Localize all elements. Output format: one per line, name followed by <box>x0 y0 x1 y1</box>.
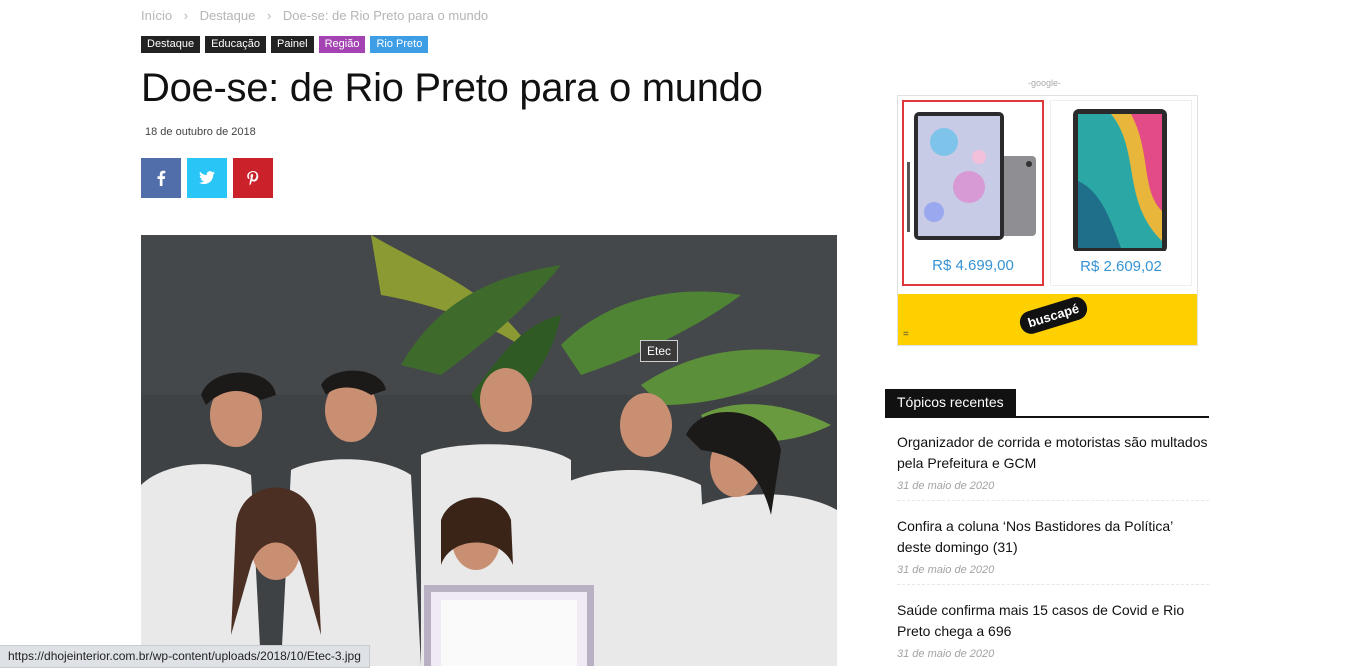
recent-post-date: 31 de maio de 2020 <box>897 480 995 492</box>
twitter-icon <box>199 171 215 185</box>
recent-post: Organizador de corrida e motoristas são … <box>897 432 1209 501</box>
twitter-share-button[interactable] <box>187 158 227 198</box>
featured-photo[interactable] <box>141 235 837 666</box>
breadcrumb-current: Doe-se: de Rio Preto para o mundo <box>282 8 489 23</box>
buscape-logo: buscapé <box>1017 294 1090 337</box>
ad-product-1[interactable]: R$ 4.699,00 <box>902 100 1044 286</box>
breadcrumb-home[interactable]: Início <box>141 8 172 23</box>
breadcrumb: Início › Destaque › Doe-se: de Rio Preto… <box>141 8 488 23</box>
image-tooltip: Etec <box>640 340 679 362</box>
widget-title: Tópicos recentes <box>885 389 1016 416</box>
article-date: 18 de outubro de 2018 <box>145 126 256 138</box>
ad-product-2[interactable]: R$ 2.609,02 <box>1050 100 1192 286</box>
buscape-banner[interactable]: = buscapé <box>898 294 1197 345</box>
widget-header: Tópicos recentes <box>885 389 1209 418</box>
pinterest-icon <box>247 170 259 185</box>
category-tag-destaque[interactable]: Destaque <box>141 36 201 53</box>
recent-post-date: 31 de maio de 2020 <box>897 564 995 576</box>
status-bar-url: https://dhojeinterior.com.br/wp-content/… <box>0 645 370 668</box>
facebook-share-button[interactable] <box>141 158 181 198</box>
recent-post-title[interactable]: Confira a coluna ‘Nos Bastidores da Polí… <box>897 516 1209 558</box>
breadcrumb-destaque[interactable]: Destaque <box>200 8 256 23</box>
ad-label: -google- <box>1028 78 1062 88</box>
category-tag-painel[interactable]: Painel <box>271 36 314 53</box>
recent-post-title[interactable]: Saúde confirma mais 15 casos de Covid e … <box>897 600 1209 642</box>
facebook-icon <box>157 170 166 186</box>
article-title: Doe-se: de Rio Preto para o mundo <box>141 66 763 110</box>
divider <box>897 584 1209 585</box>
breadcrumb-separator: › <box>266 8 272 23</box>
tablet-image <box>1073 109 1167 253</box>
recent-post-title[interactable]: Organizador de corrida e motoristas são … <box>897 432 1209 474</box>
divider <box>897 500 1209 501</box>
recent-topics-widget: Tópicos recentes <box>885 389 1209 418</box>
ad-banner[interactable]: R$ 4.699,00 R$ 2.609,02 = buscapé <box>897 95 1198 346</box>
category-tag-regiao[interactable]: Região <box>318 36 366 53</box>
recent-post: Confira a coluna ‘Nos Bastidores da Polí… <box>897 516 1209 585</box>
recent-post: Saúde confirma mais 15 casos de Covid e … <box>897 600 1209 660</box>
breadcrumb-separator: › <box>183 8 189 23</box>
group-photo-image <box>141 235 837 666</box>
ad-product-1-price: R$ 4.699,00 <box>932 257 1014 274</box>
ad-product-2-price: R$ 2.609,02 <box>1080 258 1162 275</box>
recent-post-date: 31 de maio de 2020 <box>897 648 995 660</box>
category-tag-rio-preto[interactable]: Rio Preto <box>370 36 429 53</box>
category-tag-educacao[interactable]: Educação <box>205 36 267 53</box>
tablet-image <box>907 112 1036 240</box>
share-buttons <box>141 158 273 198</box>
pinterest-share-button[interactable] <box>233 158 273 198</box>
ad-menu-icon[interactable]: = <box>903 329 909 340</box>
category-tags: Destaque Educação Painel Região Rio Pret… <box>141 36 429 53</box>
